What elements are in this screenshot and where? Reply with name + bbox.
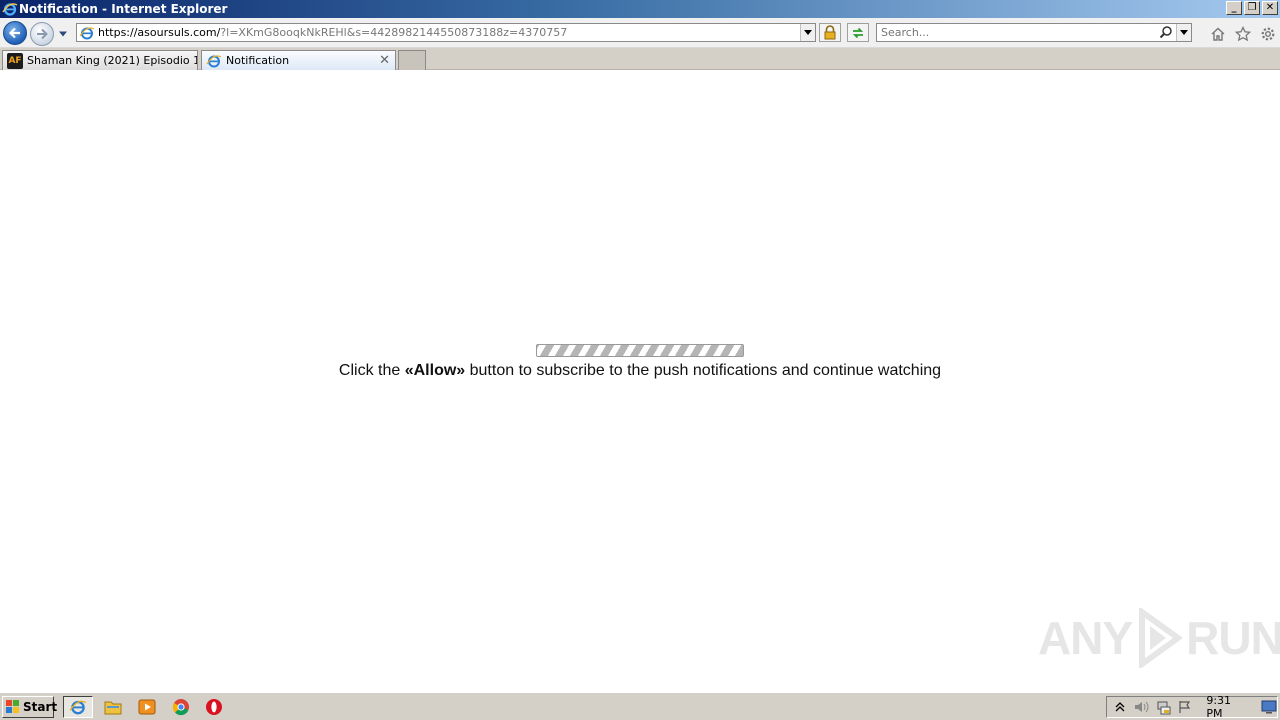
watermark-left-text: ANY — [1038, 612, 1133, 664]
ie-icon — [69, 700, 87, 715]
ie-page-icon — [79, 25, 95, 41]
watermark-right-text: RUN — [1186, 612, 1280, 664]
home-icon[interactable] — [1209, 25, 1226, 42]
address-path: ?l=XKmG8ooqkNkREHl&s=4428982144550873188… — [220, 26, 568, 39]
minimize-button[interactable]: _ — [1226, 1, 1242, 15]
show-hidden-icons-icon[interactable] — [1113, 699, 1128, 715]
gear-icon[interactable] — [1259, 25, 1276, 42]
favorites-star-icon[interactable] — [1234, 25, 1251, 42]
chevron-down-icon — [804, 29, 812, 35]
show-desktop-icon[interactable] — [1261, 699, 1277, 715]
start-button[interactable]: Start — [2, 696, 58, 718]
windows-flag-icon — [6, 700, 20, 714]
clock[interactable]: 9:31 PM — [1206, 694, 1247, 720]
search-box[interactable] — [876, 23, 1192, 42]
message-text-after: button to subscribe to the push notifica… — [465, 362, 942, 379]
network-icon[interactable] — [1156, 699, 1172, 715]
search-icon[interactable] — [1159, 25, 1173, 42]
tab-bar: AF Shaman King (2021) Episodio 13... Not… — [0, 48, 1280, 70]
subscribe-message: Click the «Allow» button to subscribe to… — [0, 362, 1280, 380]
security-lock-button[interactable] — [819, 23, 841, 42]
new-tab-button[interactable] — [398, 50, 426, 70]
window-controls: _ ❐ ✕ — [1226, 1, 1278, 15]
recent-pages-dropdown[interactable] — [58, 28, 68, 41]
opera-icon[interactable] — [205, 698, 223, 716]
message-allow-text: «Allow» — [404, 362, 466, 379]
media-player-icon[interactable] — [138, 698, 156, 716]
action-center-flag-icon[interactable] — [1178, 699, 1193, 715]
tab-label: Shaman King (2021) Episodio 13... — [27, 54, 197, 67]
address-url[interactable]: https://asoursuls.com/?l=XKmG8ooqkNkREHl… — [98, 26, 567, 39]
restore-button[interactable]: ❐ — [1244, 1, 1260, 15]
system-tray: 9:31 PM — [1106, 694, 1278, 720]
play-logo-icon — [1139, 608, 1183, 668]
refresh-icon — [852, 27, 864, 38]
address-host: https://asoursuls.com/ — [98, 26, 221, 39]
window-title: Notification - Internet Explorer — [19, 2, 228, 16]
chevron-down-icon — [59, 31, 67, 37]
chevron-down-icon — [1180, 29, 1188, 35]
address-dropdown-button[interactable] — [800, 24, 815, 41]
forward-button[interactable] — [30, 22, 54, 46]
tab-shaman-king[interactable]: AF Shaman King (2021) Episodio 13... — [2, 50, 198, 70]
address-bar[interactable]: https://asoursuls.com/?l=XKmG8ooqkNkREHl… — [76, 23, 816, 42]
toolbar-right — [1209, 25, 1276, 42]
close-window-button[interactable]: ✕ — [1262, 1, 1278, 15]
start-label: Start — [23, 700, 58, 714]
search-input[interactable] — [881, 26, 1151, 39]
af-favicon-icon: AF — [7, 52, 23, 69]
lock-icon — [824, 25, 836, 40]
volume-icon[interactable] — [1134, 699, 1150, 715]
chrome-icon[interactable] — [172, 698, 190, 716]
ie-logo-icon — [2, 1, 18, 17]
forward-arrow-icon — [37, 28, 48, 40]
search-provider-dropdown[interactable] — [1176, 24, 1191, 41]
back-button[interactable] — [3, 21, 27, 45]
tab-label: Notification — [226, 54, 290, 67]
window-titlebar[interactable]: Notification - Internet Explorer _ ❐ ✕ — [0, 0, 1280, 18]
refresh-button[interactable] — [847, 23, 869, 42]
ie-page-icon — [206, 53, 222, 69]
folder-icon[interactable] — [104, 698, 122, 716]
loading-progress-bar — [536, 344, 744, 357]
page-content: Click the «Allow» button to subscribe to… — [0, 70, 1280, 691]
taskbar: Start 9:31 PM — [0, 692, 1280, 720]
close-tab-icon[interactable]: ✕ — [379, 53, 390, 68]
tab-notification[interactable]: Notification ✕ — [201, 50, 396, 70]
navigation-bar: https://asoursuls.com/?l=XKmG8ooqkNkREHl… — [0, 18, 1280, 48]
anyrun-watermark: ANY RUN — [1038, 608, 1280, 668]
back-arrow-icon — [8, 27, 20, 39]
message-text-before: Click the — [338, 362, 405, 379]
taskbar-ie-button[interactable] — [63, 696, 93, 718]
